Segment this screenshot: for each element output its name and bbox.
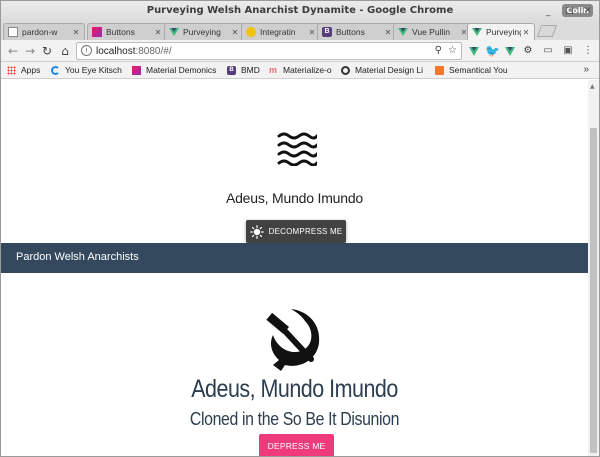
close-icon[interactable]: ✕ bbox=[230, 28, 240, 37]
page-icon bbox=[8, 27, 18, 37]
tab-purveying-active[interactable]: Purveying ✕ bbox=[467, 23, 535, 40]
bootstrap-icon: B bbox=[227, 65, 236, 75]
bookmark-material-demonics[interactable]: Material Demonics bbox=[132, 65, 216, 75]
bookmark-label: Material Demonics bbox=[146, 65, 217, 75]
tab-label: Purveying bbox=[486, 27, 521, 37]
page-content: Adeus, Mundo Imundo DECOMPRESS ME Pardon… bbox=[1, 80, 588, 456]
bootstrap-icon: B bbox=[322, 27, 332, 37]
apps-icon bbox=[7, 65, 16, 75]
bookmarks-overflow-icon[interactable]: » bbox=[583, 64, 589, 75]
home-icon[interactable]: ⌂ bbox=[57, 43, 73, 59]
tab-strip: pardon-w ✕ Buttons ✕ Purveying ✕ Integra… bbox=[1, 6, 599, 40]
close-icon[interactable]: ✕ bbox=[71, 28, 81, 37]
close-icon[interactable]: ✕ bbox=[307, 28, 317, 37]
bookmark-apps[interactable]: Apps bbox=[7, 65, 40, 75]
decompress-button[interactable]: DECOMPRESS ME bbox=[246, 220, 346, 243]
materialize-icon bbox=[132, 65, 141, 75]
tab-label: Buttons bbox=[336, 27, 365, 37]
vue-icon bbox=[398, 28, 408, 36]
bookmarks-bar: Apps You Eye Kitsch Material Demonics B … bbox=[1, 62, 599, 79]
github-icon bbox=[246, 27, 256, 37]
app-navbar: Pardon Welsh Anarchists bbox=[1, 243, 588, 273]
url-path: :8080/#/ bbox=[135, 46, 172, 57]
close-icon[interactable]: ✕ bbox=[153, 28, 163, 37]
forward-icon[interactable]: → bbox=[22, 43, 38, 59]
reload-icon[interactable]: ↻ bbox=[39, 43, 55, 59]
bookmark-semantical-you[interactable]: Semantical You bbox=[435, 65, 508, 75]
scroll-up-icon[interactable]: ▲ bbox=[590, 83, 595, 90]
depress-button[interactable]: DEPRESS ME bbox=[259, 434, 334, 456]
gear-icon[interactable]: ⚙ bbox=[521, 44, 535, 58]
vue-icon bbox=[472, 28, 482, 36]
zoom-icon[interactable]: ⚲ bbox=[435, 45, 442, 56]
tab-label: pardon-w bbox=[22, 27, 58, 37]
main-title: Adeus, Mundo Imundo bbox=[191, 375, 398, 403]
url-host: localhost bbox=[96, 46, 136, 57]
material-design-icon bbox=[341, 65, 350, 75]
vue-icon bbox=[169, 28, 179, 36]
tab-buttons-materialize[interactable]: Buttons ✕ bbox=[87, 23, 167, 40]
extension-icon[interactable]: ▣ bbox=[561, 44, 575, 58]
materialize-m-icon: m bbox=[269, 64, 278, 75]
star-icon[interactable]: ☆ bbox=[448, 45, 457, 56]
bookmark-label: Material Design Li bbox=[355, 65, 424, 75]
bookmark-label: Semantical You bbox=[449, 65, 508, 75]
twitter-icon[interactable]: 🐦 bbox=[485, 44, 500, 58]
close-icon[interactable]: ✕ bbox=[521, 28, 531, 37]
tab-label: Integratin bbox=[260, 27, 296, 37]
tab-purveying-1[interactable]: Purveying ✕ bbox=[164, 23, 244, 40]
window-close-icon[interactable]: ✕ bbox=[584, 6, 592, 16]
tab-label: Purveying bbox=[183, 27, 221, 37]
browser-window: Purveying Welsh Anarchist Dynamite - Goo… bbox=[0, 0, 600, 457]
close-icon[interactable]: ✕ bbox=[383, 28, 393, 37]
waves-icon bbox=[277, 132, 317, 166]
browser-toolbar: ← → ↻ ⌂ i localhost:8080/#/ ⚲ ☆ 🐦 ⚙ ▭ ▣ … bbox=[1, 40, 599, 62]
cast-icon[interactable]: ▭ bbox=[541, 44, 555, 58]
minimize-icon[interactable]: _ bbox=[546, 7, 551, 17]
hammer-sickle-icon bbox=[266, 309, 320, 371]
menu-icon[interactable]: ⋮ bbox=[581, 44, 595, 58]
refresh-icon bbox=[51, 65, 60, 75]
vue-devtools-icon[interactable] bbox=[467, 44, 481, 58]
decompress-label: DECOMPRESS ME bbox=[268, 227, 343, 236]
tab-buttons-bootstrap[interactable]: B Buttons ✕ bbox=[317, 23, 397, 40]
materialize-icon bbox=[92, 27, 102, 37]
tab-label: Buttons bbox=[106, 27, 135, 37]
bookmark-you-eye-kitsch[interactable]: You Eye Kitsch bbox=[51, 65, 122, 75]
page-scrollbar[interactable]: ▲ bbox=[588, 80, 599, 456]
scrollbar-thumb[interactable] bbox=[590, 128, 597, 453]
semantic-icon bbox=[435, 65, 444, 75]
maximize-icon[interactable]: □ bbox=[565, 6, 574, 16]
bookmark-label: Apps bbox=[21, 65, 41, 75]
info-icon[interactable]: i bbox=[81, 45, 92, 56]
tab-pardon[interactable]: pardon-w ✕ bbox=[3, 23, 85, 40]
vue-extension-icon[interactable] bbox=[503, 44, 517, 58]
tab-label: Vue Pullin bbox=[412, 27, 450, 37]
address-bar[interactable]: i localhost:8080/#/ ⚲ ☆ bbox=[76, 42, 462, 60]
hero-title: Adeus, Mundo Imundo bbox=[225, 190, 364, 206]
brightness-icon bbox=[249, 224, 264, 239]
bookmark-material-design-li[interactable]: Material Design Li bbox=[341, 65, 423, 75]
tab-vue-pulling[interactable]: Vue Pullin ✕ bbox=[393, 23, 473, 40]
new-tab-button[interactable] bbox=[536, 25, 558, 37]
bookmark-label: BMD bbox=[241, 65, 260, 75]
tab-integrating[interactable]: Integratin ✕ bbox=[241, 23, 321, 40]
bookmark-bmd[interactable]: B BMD bbox=[227, 65, 260, 75]
navbar-brand[interactable]: Pardon Welsh Anarchists bbox=[16, 251, 139, 263]
bookmark-materialize-o[interactable]: m Materialize-o bbox=[269, 65, 332, 75]
url-text[interactable]: localhost:8080/#/ bbox=[96, 46, 172, 57]
window-title: Purveying Welsh Anarchist Dynamite - Goo… bbox=[146, 5, 454, 16]
back-icon[interactable]: ← bbox=[5, 43, 21, 59]
title-bar: Purveying Welsh Anarchist Dynamite - Goo… bbox=[1, 1, 599, 22]
main-subtitle: Cloned in the So Be It Disunion bbox=[189, 409, 400, 429]
bookmark-label: You Eye Kitsch bbox=[65, 65, 122, 75]
bookmark-label: Materialize-o bbox=[283, 65, 332, 75]
